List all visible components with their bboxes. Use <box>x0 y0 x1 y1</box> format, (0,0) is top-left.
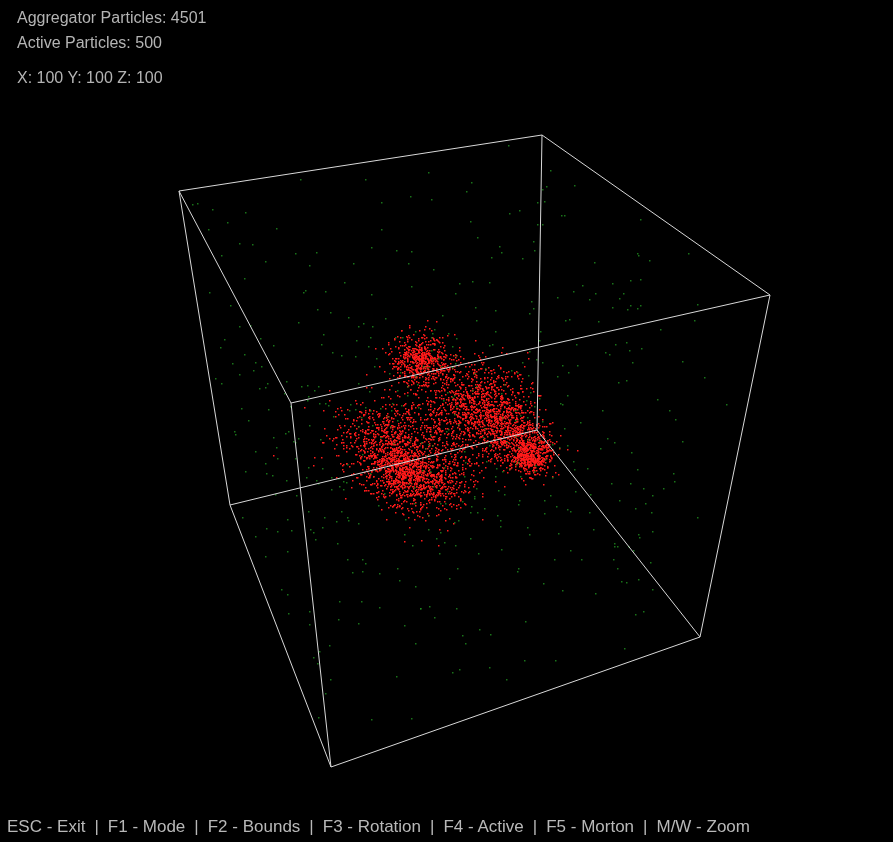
hud: Aggregator Particles: 4501Active Particl… <box>7 5 886 90</box>
key-hint: F1 - Mode <box>108 816 185 838</box>
key-hint: F3 - Rotation <box>323 816 421 838</box>
key-hint: F2 - Bounds <box>208 816 301 838</box>
bounds-cube <box>0 0 893 842</box>
separator: | <box>194 816 198 838</box>
separator: | <box>533 816 537 838</box>
separator: | <box>430 816 434 838</box>
key-hint: F5 - Morton <box>546 816 634 838</box>
simulation-view[interactable] <box>0 0 893 842</box>
key-hint: M/W - Zoom <box>656 816 750 838</box>
dimensions-line: X: 100 Y: 100 Z: 100 <box>17 65 886 90</box>
separator: | <box>309 816 313 838</box>
key-help: ESC - Exit | F1 - Mode | F2 - Bounds | F3 - Ro… <box>7 816 886 838</box>
stat-line: Aggregator Particles: 4501 <box>17 5 886 30</box>
key-hint: F4 - Active <box>443 816 523 838</box>
key-hint: ESC - Exit <box>7 816 85 838</box>
stat-line: Active Particles: 500 <box>17 30 886 55</box>
separator: | <box>643 816 647 838</box>
separator: | <box>94 816 98 838</box>
active-particles <box>0 0 893 842</box>
